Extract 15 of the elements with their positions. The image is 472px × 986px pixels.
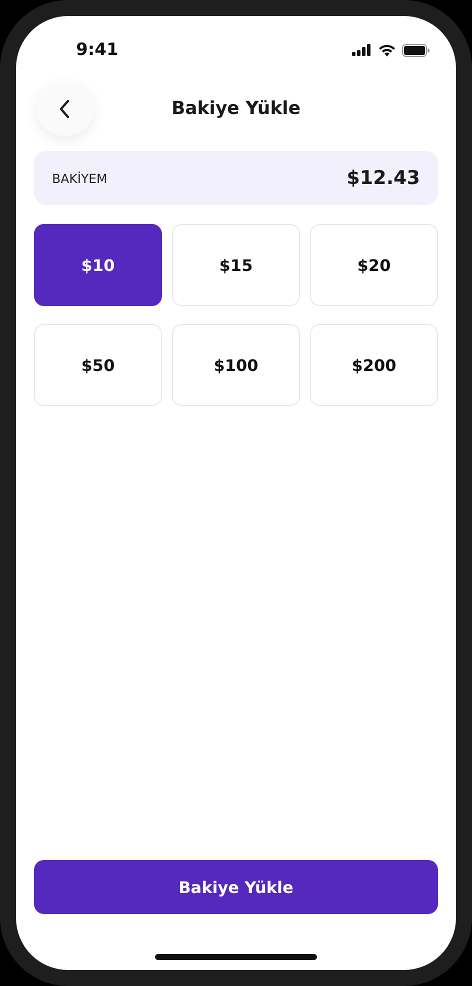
top-up-button[interactable]: Bakiye Yükle xyxy=(34,860,438,914)
battery-icon xyxy=(402,44,430,56)
signal-icon xyxy=(352,44,372,56)
amount-option[interactable]: $200 xyxy=(310,324,438,406)
balance-amount: $12.43 xyxy=(346,167,420,189)
amount-option[interactable]: $20 xyxy=(310,224,438,306)
screen-title: Bakiye Yükle xyxy=(171,98,301,118)
balance-label: BAKİYEM xyxy=(52,170,108,186)
amount-option[interactable]: $10 xyxy=(34,224,162,306)
amount-option[interactable]: $15 xyxy=(172,224,300,306)
amount-option[interactable]: $50 xyxy=(34,324,162,406)
amount-option[interactable]: $100 xyxy=(172,324,300,406)
chevron-left-icon xyxy=(59,99,71,119)
status-time: 9:41 xyxy=(76,40,118,60)
wifi-icon xyxy=(378,44,396,56)
